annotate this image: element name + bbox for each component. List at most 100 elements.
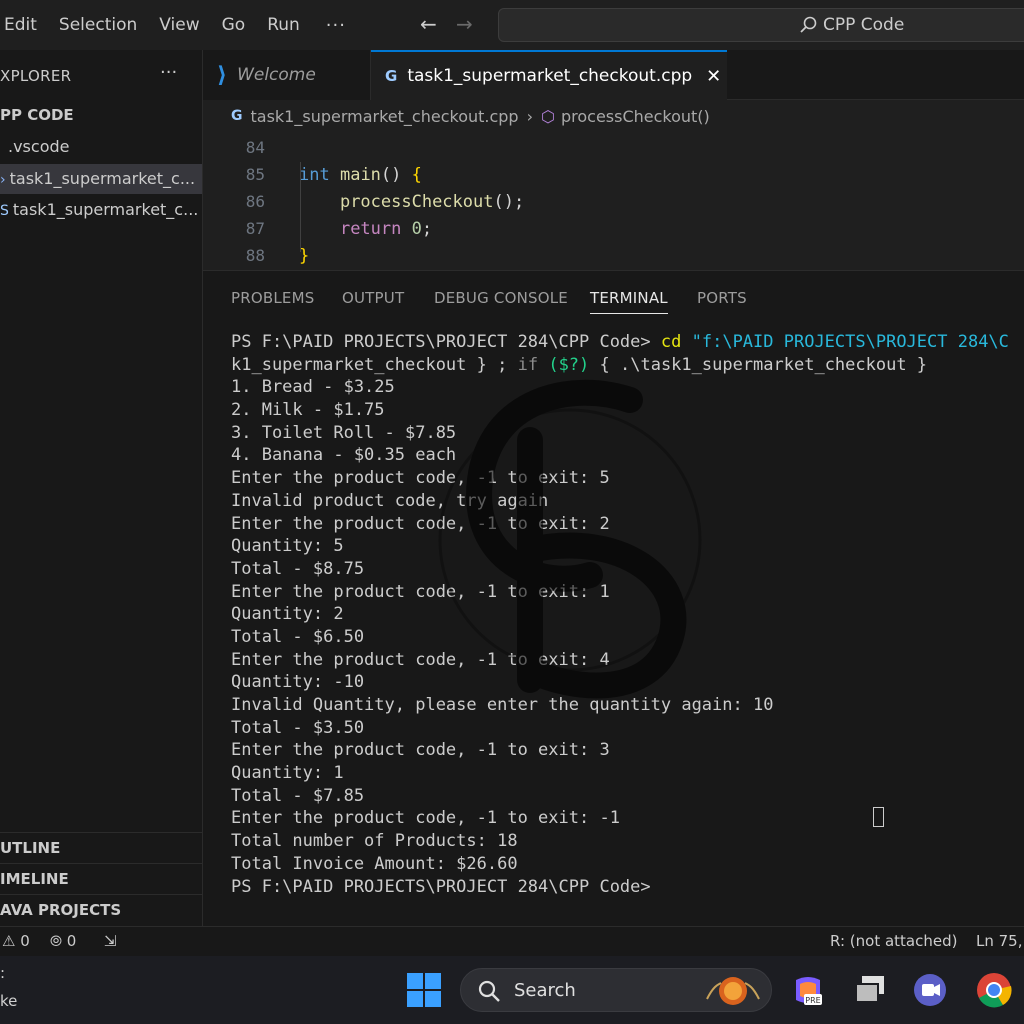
search-label: Search xyxy=(514,980,576,1001)
terminal-line: Quantity: -10 xyxy=(231,672,365,693)
copilot-icon[interactable]: PRE xyxy=(790,972,826,1008)
close-icon[interactable]: ✕ xyxy=(706,66,721,87)
taskbar-search[interactable]: Search xyxy=(460,968,772,1012)
weather-widget-partial[interactable]: : xyxy=(0,964,5,982)
code-line: 86 processCheckout(); xyxy=(203,192,1024,219)
code-text: return 0; xyxy=(339,219,433,239)
terminal-line: 1. Bread - $3.25 xyxy=(231,377,395,398)
tab-terminal[interactable]: TERMINAL xyxy=(590,289,668,314)
terminal-line: Quantity: 5 xyxy=(231,536,344,557)
tree-item-cpp[interactable]: Stask1_supermarket_c... xyxy=(0,195,202,225)
tab-problems[interactable]: PROBLEMS xyxy=(231,289,314,307)
line-number: 88 xyxy=(245,246,265,265)
terminal-line: Enter the product code, -1 to exit: 1 xyxy=(231,581,610,602)
terminal-line: k1_supermarket_checkout } ; if ($?) { .\… xyxy=(231,354,928,375)
line-number: 84 xyxy=(245,138,265,157)
windows-start-icon[interactable] xyxy=(406,972,442,1008)
indent-guide xyxy=(300,162,301,252)
line-number: 86 xyxy=(245,192,265,211)
terminal-line: 3. Toilet Roll - $7.85 xyxy=(231,422,457,443)
chevron-right-icon: › xyxy=(526,106,533,126)
explorer-more-button[interactable]: ··· xyxy=(160,62,177,83)
terminal-line: Total Invoice Amount: $26.60 xyxy=(231,853,518,874)
errors-indicator[interactable]: ⚠ 0 xyxy=(2,932,30,950)
terminal-output[interactable]: PS F:\PAID PROJECTS\PROJECT 284\CPP Code… xyxy=(231,331,1024,898)
code-line: 87 return 0; xyxy=(203,219,1024,246)
broadcast-icon: ⦾ xyxy=(50,932,63,950)
tab-welcome[interactable]: ⟩ Welcome xyxy=(203,50,371,100)
code-line: 88 } xyxy=(203,246,1024,273)
menu-view[interactable]: View xyxy=(159,15,199,35)
terminal-line: Total - $7.85 xyxy=(231,785,365,806)
tab-ports[interactable]: PORTS xyxy=(697,289,747,307)
outline-section[interactable]: UTLINE xyxy=(0,832,202,862)
weather-widget-text[interactable]: ke xyxy=(0,992,17,1010)
back-arrow-icon[interactable]: ← xyxy=(420,12,437,36)
tab-debug-console[interactable]: DEBUG CONSOLE xyxy=(434,289,568,307)
editor-tabs: ⟩ Welcome G task1_supermarket_checkout.c… xyxy=(203,50,1024,100)
terminal-line: PS F:\PAID PROJECTS\PROJECT 284\CPP Code… xyxy=(231,332,1009,352)
cpp-file-icon: S xyxy=(0,203,9,219)
chrome-icon[interactable] xyxy=(976,972,1012,1008)
breadcrumb-file[interactable]: task1_supermarket_checkout.cpp xyxy=(251,107,519,126)
vscode-logo-icon: ⟩ xyxy=(217,62,228,88)
terminal-line: 4. Banana - $0.35 each xyxy=(231,445,457,466)
folder-title[interactable]: PP CODE xyxy=(0,106,74,124)
search-icon xyxy=(478,980,500,1002)
windows-taskbar: : ke Search PRE xyxy=(0,956,1024,1024)
line-number: 87 xyxy=(245,219,265,238)
tab-label: task1_supermarket_checkout.cpp xyxy=(407,66,693,86)
run-debug-icon[interactable]: ⇲ xyxy=(104,932,117,950)
breadcrumb-symbol[interactable]: processCheckout() xyxy=(561,107,710,126)
ports-indicator[interactable]: ⦾ 0 xyxy=(50,932,76,950)
panel-tabs: PROBLEMS OUTPUT DEBUG CONSOLE TERMINAL P… xyxy=(203,271,1024,323)
code-text: int main() { xyxy=(299,165,422,185)
code-text: processCheckout(); xyxy=(339,192,525,212)
tree-item-vscode[interactable]: .vscode xyxy=(0,132,202,162)
menu-more-button[interactable]: ··· xyxy=(326,15,346,36)
terminal-prompt: PS F:\PAID PROJECTS\PROJECT 284\CPP Code… xyxy=(231,876,651,897)
explorer-sidebar: XPLORER ··· PP CODE .vscode › task1_super… xyxy=(0,50,203,926)
menu-go[interactable]: Go xyxy=(222,15,246,35)
terminal-line: Quantity: 1 xyxy=(231,763,344,784)
cursor-position[interactable]: Ln 75, xyxy=(976,932,1023,950)
java-projects-section[interactable]: AVA PROJECTS xyxy=(0,894,202,924)
code-editor[interactable]: 84 85 int main() { 86 processCheckout();… xyxy=(203,132,1024,270)
menu-bar: Edit Selection View Go Run ··· ← → CPP C… xyxy=(0,0,1024,50)
terminal-line: Total - $3.50 xyxy=(231,717,365,738)
error-icon: ⚠ xyxy=(2,932,16,950)
cpp-file-icon: G xyxy=(385,67,398,85)
bottom-panel: PROBLEMS OUTPUT DEBUG CONSOLE TERMINAL P… xyxy=(203,270,1024,926)
line-number: 85 xyxy=(245,165,265,184)
terminal-line: 2. Milk - $1.75 xyxy=(231,400,385,421)
terminal-line: Total - $6.50 xyxy=(231,626,365,647)
remote-status[interactable]: R: (not attached) xyxy=(830,932,957,950)
menu-edit[interactable]: Edit xyxy=(4,15,37,35)
tree-item-label: task1_supermarket_c... xyxy=(12,200,199,219)
terminal-line: Enter the product code, -1 to exit: 2 xyxy=(231,513,610,534)
search-placeholder: CPP Code xyxy=(823,15,905,35)
teams-icon[interactable] xyxy=(912,972,948,1008)
search-icon xyxy=(800,16,817,33)
search-highlight-icon xyxy=(706,977,760,1005)
menu-run[interactable]: Run xyxy=(267,15,300,35)
terminal-line: Total - $8.75 xyxy=(231,558,365,579)
tree-item-exe[interactable]: › task1_supermarket_c... xyxy=(0,164,202,194)
svg-text:PRE: PRE xyxy=(805,996,820,1005)
forward-arrow-icon[interactable]: → xyxy=(456,12,473,36)
breadcrumb: G task1_supermarket_checkout.cpp › ⬡ pro… xyxy=(203,100,1024,132)
tab-label: Welcome xyxy=(237,65,316,85)
method-cube-icon: ⬡ xyxy=(541,106,555,126)
terminal-line: Invalid product code, try again xyxy=(231,490,549,511)
tree-item-label: .vscode xyxy=(8,137,70,156)
terminal-line: Enter the product code, -1 to exit: -1 xyxy=(231,808,620,829)
code-line: 85 int main() { xyxy=(203,165,1024,192)
tab-output[interactable]: OUTPUT xyxy=(342,289,404,307)
timeline-section[interactable]: IMELINE xyxy=(0,863,202,893)
command-center-search[interactable]: CPP Code xyxy=(498,8,1024,42)
menu-selection[interactable]: Selection xyxy=(59,15,137,35)
terminal-line: Enter the product code, -1 to exit: 4 xyxy=(231,649,610,670)
tab-task1-cpp[interactable]: G task1_supermarket_checkout.cpp ✕ xyxy=(371,50,727,100)
task-view-icon[interactable] xyxy=(852,972,888,1008)
program-output: 1. Bread - $3.25 2. Milk - $1.75 3. Toilet… xyxy=(231,376,1024,875)
